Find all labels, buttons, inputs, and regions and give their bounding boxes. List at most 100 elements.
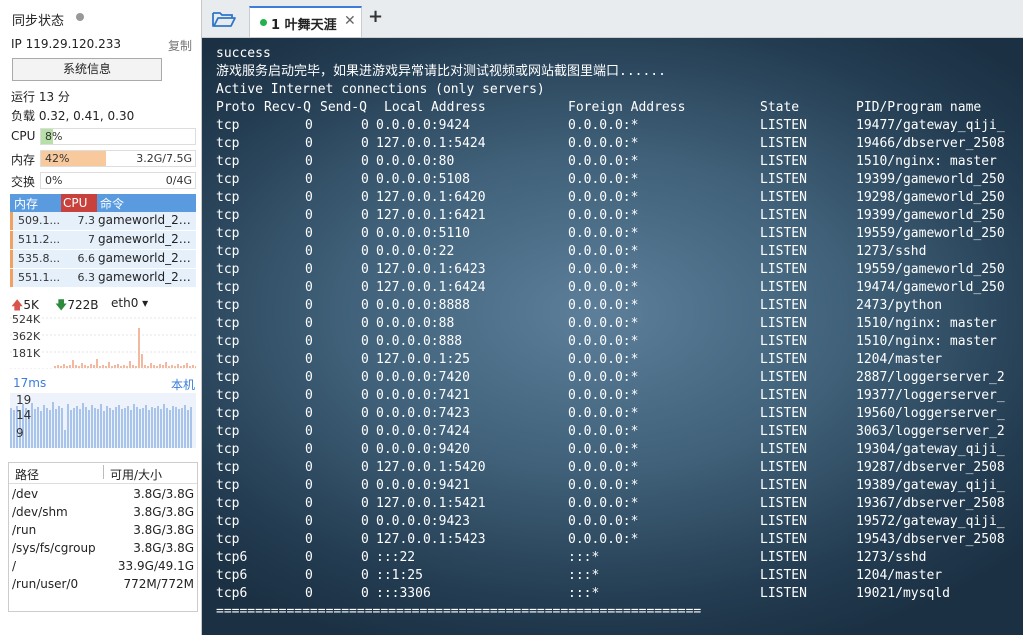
netstat-cell-state: LISTEN bbox=[760, 298, 807, 313]
netstat-cell-recvq: 0 bbox=[305, 334, 313, 349]
netstat-cell-sendq: 0 bbox=[361, 568, 369, 583]
network-interface-select[interactable]: eth0 ▾ bbox=[111, 296, 148, 310]
network-traffic-bar bbox=[156, 366, 158, 368]
disk-row[interactable]: /run/user/0 772M/772M bbox=[9, 576, 197, 594]
terminal-line-startup-message: 游戏服务启动完毕，如果进游戏异常请比对测试视频或网站截图里端口...... bbox=[216, 64, 666, 79]
netstat-cell-proto: tcp bbox=[216, 154, 240, 169]
process-row[interactable]: 551.1... 6.3 gameworld_25... bbox=[10, 269, 196, 288]
netstat-cell-sendq: 0 bbox=[361, 316, 369, 331]
netstat-cell-local: 0.0.0.0:7424 bbox=[376, 424, 470, 439]
netstat-cell-pid: 19389/gateway_qiji_ bbox=[856, 478, 1005, 493]
netstat-cell-local: 0.0.0.0:888 bbox=[376, 334, 463, 349]
netstat-cell-proto: tcp bbox=[216, 514, 240, 529]
latency-location[interactable]: 本机 bbox=[171, 376, 195, 393]
system-info-button[interactable]: 系统信息 bbox=[12, 58, 162, 81]
netstat-cell-state: LISTEN bbox=[760, 424, 807, 439]
disk-size: 3.8G/3.8G bbox=[133, 541, 194, 555]
netstat-cell-foreign: 0.0.0.0:* bbox=[568, 316, 639, 331]
netstat-cell-state: LISTEN bbox=[760, 568, 807, 583]
disk-row[interactable]: /sys/fs/cgroup 3.8G/3.8G bbox=[9, 540, 197, 558]
latency-bar bbox=[79, 409, 81, 448]
latency-y-label-2: 9 bbox=[16, 426, 24, 440]
netstat-cell-sendq: 0 bbox=[361, 262, 369, 277]
network-traffic-bar bbox=[135, 366, 137, 368]
process-mem-marker bbox=[10, 250, 13, 268]
netstat-cell-foreign: 0.0.0.0:* bbox=[568, 514, 639, 529]
disk-path: /sys/fs/cgroup bbox=[12, 541, 96, 555]
process-command: gameworld_25... bbox=[98, 270, 194, 284]
latency-bar bbox=[187, 410, 189, 448]
cpu-meter-percent: 8% bbox=[45, 130, 63, 143]
disk-row[interactable]: /run 3.8G/3.8G bbox=[9, 522, 197, 540]
process-row[interactable]: 535.8... 6.6 gameworld_25... bbox=[10, 250, 196, 269]
netstat-cell-proto: tcp bbox=[216, 442, 240, 457]
sidebar: 同步状态 IP 119.29.120.233 复制 系统信息 运行 13 分 负… bbox=[0, 0, 202, 635]
disk-header-path[interactable]: 路径 bbox=[15, 466, 39, 483]
netstat-cell-state: LISTEN bbox=[760, 406, 807, 421]
network-traffic-bar bbox=[66, 366, 68, 368]
netstat-cell-pid: 19377/loggerserver_ bbox=[856, 388, 1005, 403]
netstat-row: tcp 0 0 127.0.0.1:6423 0.0.0.0:* LISTEN 19559/… bbox=[216, 261, 1016, 279]
disk-header-size[interactable]: 可用/大小 bbox=[110, 466, 162, 483]
process-command: gameworld_25... bbox=[98, 251, 194, 265]
latency-bar bbox=[13, 410, 15, 448]
netstat-cell-local: 127.0.0.1:6423 bbox=[376, 262, 486, 277]
process-mem-marker bbox=[10, 269, 13, 287]
latency-y-label-0: 19 bbox=[16, 393, 31, 407]
netstat-cell-state: LISTEN bbox=[760, 136, 807, 151]
process-table: 内存 CPU 命令 509.1... 7.3 gameworld_25... 511.… bbox=[10, 194, 196, 288]
process-cpu: 7.3 bbox=[77, 214, 96, 227]
netstat-cell-state: LISTEN bbox=[760, 334, 807, 349]
network-traffic-bar bbox=[78, 366, 80, 368]
close-icon[interactable]: ✕ bbox=[344, 13, 356, 29]
new-tab-plus-icon[interactable]: + bbox=[368, 8, 383, 26]
process-row[interactable]: 509.1... 7.3 gameworld_25... bbox=[10, 212, 196, 231]
netstat-cell-recvq: 0 bbox=[305, 550, 313, 565]
netstat-cell-pid: 19559/gameworld_250 bbox=[856, 226, 1005, 241]
network-traffic-bar bbox=[57, 365, 59, 368]
terminal-output[interactable]: success 游戏服务启动完毕，如果进游戏异常请比对测试视频或网站截图里端口..… bbox=[202, 38, 1023, 635]
latency-bar bbox=[85, 407, 87, 448]
process-header-memory[interactable]: 内存 bbox=[14, 195, 38, 212]
netstat-cell-proto: tcp6 bbox=[216, 550, 248, 565]
netstat-cell-state: LISTEN bbox=[760, 532, 807, 547]
netstat-cell-state: LISTEN bbox=[760, 226, 807, 241]
netstat-cell-pid: 1510/nginx: master bbox=[856, 316, 997, 331]
process-header-command[interactable]: 命令 bbox=[100, 195, 124, 212]
netstat-cell-recvq: 0 bbox=[305, 496, 313, 511]
copy-ip-link[interactable]: 复制 bbox=[168, 37, 192, 54]
netstat-cell-recvq: 0 bbox=[305, 136, 313, 151]
network-traffic-bar bbox=[123, 365, 125, 368]
process-row[interactable]: 511.2... 7 gameworld_25... bbox=[10, 231, 196, 250]
netstat-cell-foreign: 0.0.0.0:* bbox=[568, 370, 639, 385]
network-traffic-bar bbox=[63, 364, 65, 368]
netstat-header-recvq: Recv-Q bbox=[264, 100, 311, 115]
latency-bar bbox=[31, 403, 33, 448]
network-traffic-bar bbox=[195, 366, 197, 368]
network-traffic-bar bbox=[138, 328, 140, 368]
open-folder-button[interactable] bbox=[211, 9, 237, 29]
terminal-text: success 游戏服务启动完毕，如果进游戏异常请比对测试视频或网站截图里端口..… bbox=[216, 45, 1016, 621]
netstat-cell-local: 0.0.0.0:9420 bbox=[376, 442, 470, 457]
process-header-cpu[interactable]: CPU bbox=[61, 194, 97, 212]
network-traffic-bar bbox=[102, 365, 104, 368]
process-memory: 509.1... bbox=[18, 214, 60, 227]
netstat-cell-proto: tcp bbox=[216, 280, 240, 295]
netstat-cell-state: LISTEN bbox=[760, 262, 807, 277]
disk-row[interactable]: /dev 3.8G/3.8G bbox=[9, 486, 197, 504]
netstat-header-pid: PID/Program name bbox=[856, 100, 982, 115]
netstat-cell-local: 0.0.0.0:9421 bbox=[376, 478, 470, 493]
terminal-line-separator: ========================================… bbox=[216, 604, 702, 619]
network-traffic-bar bbox=[114, 365, 116, 368]
netstat-cell-foreign: 0.0.0.0:* bbox=[568, 442, 639, 457]
netstat-cell-pid: 1204/master bbox=[856, 568, 943, 583]
netstat-row: tcp 0 0 0.0.0.0:7424 0.0.0.0:* LISTEN 3063/log… bbox=[216, 423, 1016, 441]
network-traffic-bar bbox=[129, 361, 131, 368]
disk-row[interactable]: / 33.9G/49.1G bbox=[9, 558, 197, 576]
netstat-cell-state: LISTEN bbox=[760, 370, 807, 385]
netstat-row: tcp 0 0 127.0.0.1:5424 0.0.0.0:* LISTEN 19466/… bbox=[216, 135, 1016, 153]
disk-row[interactable]: /dev/shm 3.8G/3.8G bbox=[9, 504, 197, 522]
tab-session-1[interactable]: 1 叶舞天涯 ✕ bbox=[249, 6, 362, 37]
latency-bar bbox=[64, 430, 66, 448]
memory-meter-value: 3.2G/7.5G bbox=[136, 152, 192, 165]
